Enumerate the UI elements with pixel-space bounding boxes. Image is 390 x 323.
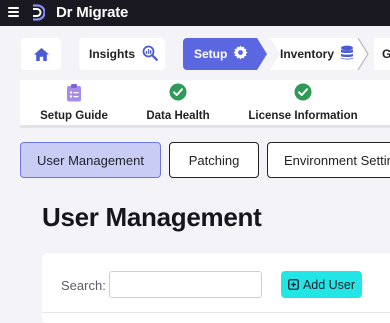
home-icon	[33, 47, 49, 61]
step-license-information-label: License Information	[248, 110, 358, 122]
tab-user-management-label: User Management	[37, 152, 144, 168]
clipboard-icon	[66, 82, 82, 102]
breadcrumb-inventory-label: Inventory	[280, 47, 335, 61]
top-bar: Dr Migrate	[0, 0, 390, 26]
step-data-health[interactable]: Data Health	[144, 82, 212, 122]
home-button[interactable]	[21, 38, 61, 70]
tab-environment-settings-label: Environment Settings	[284, 152, 390, 168]
gear-icon	[233, 45, 248, 63]
step-setup-guide[interactable]: Setup Guide	[40, 82, 108, 122]
step-setup-guide-label: Setup Guide	[40, 110, 108, 122]
breadcrumb: Insights Setup Inventory G	[0, 26, 390, 80]
dr-migrate-logo-icon	[33, 4, 45, 21]
setup-steps: Setup Guide Data Health License Informat…	[20, 80, 390, 128]
breadcrumb-insights[interactable]: Insights	[79, 38, 165, 70]
add-user-button-label: Add User	[302, 277, 356, 292]
breadcrumb-next[interactable]: G	[374, 38, 390, 70]
tab-patching[interactable]: Patching	[169, 142, 259, 178]
plus-square-icon	[288, 279, 299, 290]
search-input[interactable]	[109, 271, 262, 298]
brand-name[interactable]: Dr Migrate	[56, 4, 128, 21]
analytics-search-icon	[142, 45, 158, 64]
step-data-health-label: Data Health	[146, 110, 210, 122]
add-user-button[interactable]: Add User	[281, 271, 362, 298]
tab-patching-label: Patching	[188, 152, 240, 168]
tab-user-management[interactable]: User Management	[20, 142, 161, 178]
divider	[42, 312, 390, 313]
breadcrumb-insights-label: Insights	[89, 47, 136, 61]
breadcrumb-setup[interactable]: Setup	[183, 38, 267, 70]
check-circle-icon	[294, 82, 312, 102]
menu-icon[interactable]	[8, 7, 19, 17]
breadcrumb-next-label: G	[382, 47, 390, 61]
breadcrumb-inventory[interactable]: Inventory	[270, 38, 370, 70]
database-icon	[340, 45, 354, 64]
search-label: Search:	[61, 278, 106, 293]
check-circle-icon	[169, 82, 187, 102]
breadcrumb-setup-label: Setup	[194, 47, 228, 61]
page-title: User Management	[42, 202, 262, 232]
tab-environment-settings[interactable]: Environment Settings	[267, 142, 390, 178]
step-license-information[interactable]: License Information	[248, 82, 358, 122]
